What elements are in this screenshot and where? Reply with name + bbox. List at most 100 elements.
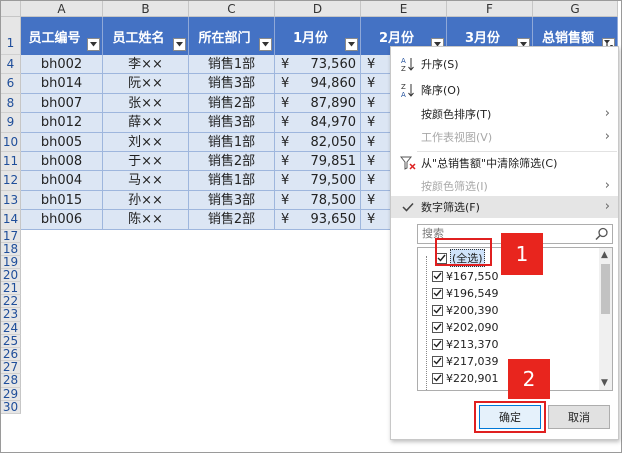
row-header[interactable]: 10 <box>1 132 21 152</box>
filter-dropdown-icon[interactable] <box>173 38 186 51</box>
cell-department[interactable]: 销售3部 <box>189 190 275 211</box>
column-header-g[interactable]: G <box>533 1 618 17</box>
cell-department[interactable]: 销售3部 <box>189 113 275 133</box>
menu-item-clear-filter[interactable]: 从"总销售额"中清除筛选(C) <box>391 152 618 174</box>
cell-employee-name[interactable]: 李×× <box>103 55 189 75</box>
cell-department[interactable]: 销售3部 <box>189 74 275 94</box>
row-header[interactable]: 28 <box>1 374 21 388</box>
header-cell-department: 所在部门 <box>189 17 275 55</box>
row-header[interactable]: 9 <box>1 113 21 133</box>
cell-january[interactable]: ¥78,500 <box>275 190 361 211</box>
cell-employee-id[interactable]: bh015 <box>21 190 103 211</box>
cell-value: 87,890 <box>310 95 357 111</box>
row-header[interactable]: 23 <box>1 308 21 322</box>
cancel-button[interactable]: 取消 <box>548 405 610 429</box>
column-header-f[interactable]: F <box>447 1 533 17</box>
cell-department[interactable]: 销售1部 <box>189 171 275 191</box>
cell-january[interactable]: ¥82,050 <box>275 132 361 152</box>
row-header[interactable]: 12 <box>1 171 21 191</box>
column-header-a[interactable]: A <box>21 1 103 17</box>
filter-value-item[interactable]: ¥196,549 <box>432 285 499 301</box>
scroll-down-icon[interactable]: ▼ <box>601 378 608 388</box>
cell-department[interactable]: 销售1部 <box>189 55 275 75</box>
row-header[interactable]: 17 <box>1 229 21 243</box>
cell-employee-name[interactable]: 薛×× <box>103 113 189 133</box>
scroll-up-icon[interactable]: ▲ <box>601 250 608 260</box>
checkbox-checked-icon[interactable] <box>432 321 443 333</box>
cell-employee-name[interactable]: 马×× <box>103 171 189 191</box>
cell-employee-name[interactable]: 陈×× <box>103 210 189 230</box>
svg-text:A: A <box>401 91 406 98</box>
filter-value-item[interactable]: ¥213,370 <box>432 336 499 352</box>
cell-employee-id[interactable]: bh004 <box>21 171 103 191</box>
cell-department[interactable]: 销售2部 <box>189 210 275 230</box>
checkbox-checked-icon[interactable] <box>432 355 443 367</box>
checkbox-checked-icon[interactable] <box>432 372 443 384</box>
column-header-c[interactable]: C <box>189 1 275 17</box>
cell-january[interactable]: ¥73,560 <box>275 55 361 75</box>
cell-january[interactable]: ¥87,890 <box>275 93 361 114</box>
row-header[interactable]: 1 <box>1 17 21 55</box>
filter-value-label: ¥213,370 <box>446 337 499 351</box>
menu-item-sort-descending[interactable]: ZA 降序(O) <box>391 79 618 101</box>
cell-employee-name[interactable]: 刘×× <box>103 132 189 152</box>
menu-item-sort-by-color[interactable]: 按颜色排序(T) › <box>391 103 618 125</box>
scrollbar-thumb[interactable] <box>601 264 610 314</box>
cell-employee-name[interactable]: 孙×× <box>103 190 189 211</box>
cell-january[interactable]: ¥79,851 <box>275 151 361 172</box>
currency-symbol: ¥ <box>367 115 376 131</box>
filter-dropdown-icon[interactable] <box>87 38 100 51</box>
checkbox-checked-icon[interactable] <box>432 338 443 350</box>
cell-department[interactable]: 销售2部 <box>189 93 275 114</box>
row-header[interactable]: 11 <box>1 151 21 172</box>
list-scrollbar[interactable]: ▲ ▼ <box>599 248 612 390</box>
cell-employee-id[interactable]: bh002 <box>21 55 103 75</box>
column-header-d[interactable]: D <box>275 1 361 17</box>
cell-january[interactable]: ¥79,500 <box>275 171 361 191</box>
row-header[interactable]: 18 <box>1 242 21 256</box>
cell-employee-name[interactable]: 张×× <box>103 93 189 114</box>
row-header[interactable]: 24 <box>1 321 21 335</box>
cell-employee-id[interactable]: bh008 <box>21 151 103 172</box>
filter-value-item[interactable]: ¥167,550 <box>432 268 499 284</box>
cell-january[interactable]: ¥84,970 <box>275 113 361 133</box>
header-cell-employee-id: 员工编号 <box>21 17 103 55</box>
filter-dropdown-icon[interactable] <box>345 38 358 51</box>
menu-item-sort-ascending[interactable]: AZ 升序(S) <box>391 53 618 75</box>
cell-employee-id[interactable]: bh006 <box>21 210 103 230</box>
filter-value-item[interactable]: ¥200,390 <box>432 302 499 318</box>
filter-value-item[interactable]: ¥229,??0 <box>432 387 496 390</box>
filter-value-item[interactable]: ¥217,039 <box>432 353 499 369</box>
select-all-corner[interactable] <box>1 1 21 17</box>
checkbox-checked-icon[interactable] <box>432 270 443 282</box>
row-header[interactable]: 19 <box>1 255 21 269</box>
row-header[interactable]: 6 <box>1 74 21 94</box>
row-header[interactable]: 13 <box>1 190 21 211</box>
cell-january[interactable]: ¥94,860 <box>275 74 361 94</box>
cell-employee-id[interactable]: bh007 <box>21 93 103 114</box>
row-header[interactable]: 29 <box>1 387 21 401</box>
cell-employee-id[interactable]: bh012 <box>21 113 103 133</box>
chevron-right-icon: › <box>604 129 610 144</box>
filter-value-item[interactable]: ¥202,090 <box>432 319 499 335</box>
cell-department[interactable]: 销售2部 <box>189 151 275 172</box>
cell-employee-id[interactable]: bh014 <box>21 74 103 94</box>
menu-item-number-filters[interactable]: 数字筛选(F) › <box>391 196 618 218</box>
row-header[interactable]: 8 <box>1 93 21 114</box>
row-header[interactable]: 30 <box>1 400 21 414</box>
cell-january[interactable]: ¥93,650 <box>275 210 361 230</box>
cell-employee-name[interactable]: 阮×× <box>103 74 189 94</box>
chevron-right-icon: › <box>604 106 610 121</box>
cell-employee-name[interactable]: 于×× <box>103 151 189 172</box>
checkbox-checked-icon[interactable] <box>432 304 443 316</box>
cell-department[interactable]: 销售1部 <box>189 132 275 152</box>
filter-value-item[interactable]: ¥220,901 <box>432 370 499 386</box>
checkbox-checked-icon[interactable] <box>432 287 443 299</box>
column-header-e[interactable]: E <box>361 1 447 17</box>
row-header[interactable]: 14 <box>1 210 21 230</box>
filter-dropdown-icon[interactable] <box>259 38 272 51</box>
row-header[interactable]: 4 <box>1 55 21 75</box>
cell-employee-id[interactable]: bh005 <box>21 132 103 152</box>
column-header-b[interactable]: B <box>103 1 189 17</box>
checkbox-checked-icon[interactable] <box>432 389 443 390</box>
